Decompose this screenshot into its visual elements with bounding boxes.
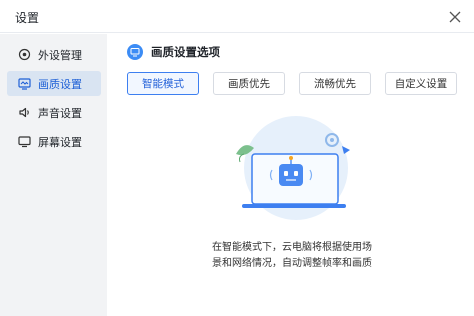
- section-header: 画质设置选项: [127, 44, 220, 60]
- option-quality-first[interactable]: 画质优先: [213, 72, 285, 95]
- image-quality-icon: [127, 44, 143, 60]
- description-line: 在智能模式下，云电脑将根据使用场: [212, 242, 372, 253]
- sidebar-item-peripherals[interactable]: 外设管理: [7, 42, 101, 67]
- sidebar-item-label: 外设管理: [38, 48, 82, 62]
- sidebar-item-label: 画质设置: [38, 77, 82, 91]
- option-smooth-first[interactable]: 流畅优先: [299, 72, 371, 95]
- speaker-icon: [17, 106, 31, 120]
- mode-description: 在智能模式下，云电脑将根据使用场 景和网络情况，自动调整帧率和画质: [147, 240, 437, 272]
- main-panel: 画质设置选项 智能模式 画质优先 流畅优先 自定义设置 在智能模式下，云电脑将根…: [107, 34, 474, 316]
- smart-mode-illustration: [230, 114, 360, 229]
- sidebar-item-sound[interactable]: 声音设置: [7, 100, 101, 125]
- sidebar-item-label: 屏幕设置: [38, 135, 82, 149]
- description-line: 景和网络情况，自动调整帧率和画质: [212, 258, 372, 269]
- sidebar: 外设管理 画质设置 声音设置 屏幕设置: [0, 34, 107, 316]
- sidebar-item-label: 声音设置: [38, 106, 82, 120]
- option-smart-mode[interactable]: 智能模式: [127, 72, 199, 95]
- window-title: 设置: [15, 11, 40, 25]
- screen-icon: [17, 135, 31, 149]
- gamepad-icon: [17, 48, 31, 62]
- option-custom[interactable]: 自定义设置: [385, 72, 457, 95]
- close-button[interactable]: [446, 8, 464, 26]
- section-title: 画质设置选项: [151, 45, 220, 59]
- sidebar-item-image-quality[interactable]: 画质设置: [7, 71, 101, 96]
- monitor-image-icon: [17, 77, 31, 91]
- sidebar-item-screen[interactable]: 屏幕设置: [7, 129, 101, 154]
- title-bar: 设置: [0, 0, 474, 33]
- close-icon: [449, 11, 461, 23]
